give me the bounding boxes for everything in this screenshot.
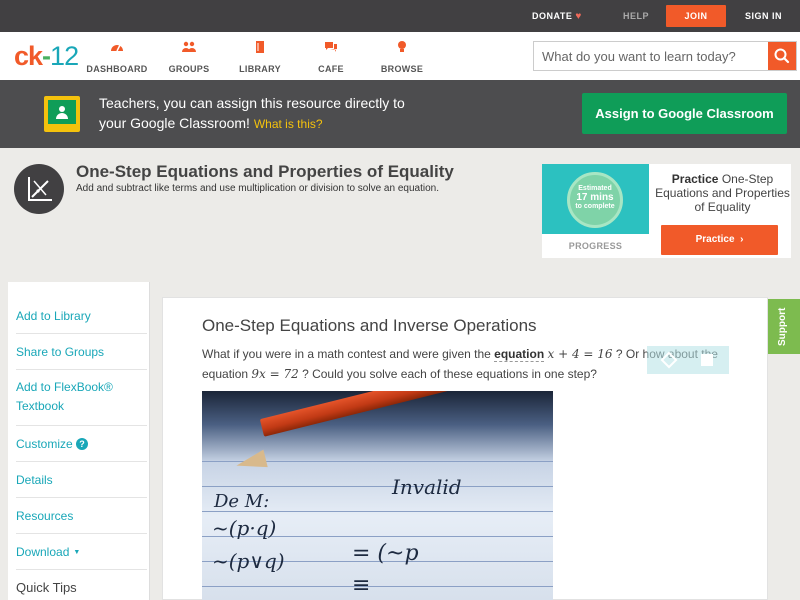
quick-tips-heading[interactable]: Quick Tips [16,580,77,595]
nav-library[interactable]: LIBRARY [225,40,295,74]
sidebar-label: Customize [16,437,73,451]
google-classroom-icon [44,96,80,132]
sidebar-label: Add to Library [16,309,91,323]
nav-cafe[interactable]: CAFE [296,40,366,74]
ck12-logo[interactable]: ck-12 [14,41,79,72]
practice-button-label: Practice [695,234,735,245]
lesson-text: What if you were in a math contest and w… [202,347,495,361]
sidebar-item-details[interactable]: Details [16,462,147,498]
groups-icon [182,41,196,52]
nav-groups-label: GROUPS [168,64,210,74]
caret-down-icon: ▼ [73,549,81,556]
search-button[interactable] [768,42,796,70]
sidebar-item-add-to-flexbook[interactable]: Add to FlexBook® Textbook [16,370,147,426]
assign-to-google-classroom-button[interactable]: Assign to Google Classroom [582,93,787,134]
nav-cafe-label: CAFE [318,64,344,74]
sidebar-label: Add to FlexBook® Textbook [16,380,113,413]
concept-subtitle: Add and subtract like terms and use mult… [76,183,439,194]
teacher-message-line2: your Google Classroom! [99,115,250,131]
estimated-minutes: 17 mins [576,192,614,203]
math-expression: 9x = 72 [251,367,299,381]
highlight-icon[interactable] [660,351,678,369]
graph-icon [28,177,52,201]
note-icon[interactable] [701,354,713,366]
left-sidebar: Add to Library Share to Groups Add to Fl… [8,282,150,600]
sidebar-label: Details [16,473,53,487]
sidebar-label: Share to Groups [16,345,105,359]
join-button[interactable]: JOIN [666,5,726,27]
search-box [533,41,797,71]
dashboard-icon [111,44,123,52]
chevron-right-icon: › [737,234,744,245]
teacher-message-line1: Teachers, you can assign this resource d… [99,95,405,111]
sidebar-item-resources[interactable]: Resources [16,498,147,534]
logo-number: 12 [50,41,79,71]
nav-browse[interactable]: BROWSE [367,40,437,74]
nav-dashboard[interactable]: DASHBOARD [82,40,152,74]
concept-graph-icon [14,164,64,214]
support-label: Support [777,307,788,346]
glossary-term-equation[interactable]: equation [494,347,545,362]
sidebar-label: Resources [16,509,74,523]
heart-icon: ♥ [575,11,582,22]
practice-card: Estimated 17 mins to complete PROGRESS P… [542,164,791,258]
help-icon[interactable]: ? [76,438,89,450]
support-tab[interactable]: Support [768,299,800,354]
top-utility-bar: DONATE ♥ HELP JOIN SIGN IN [0,0,800,32]
lesson-text: ? Could you solve each of these equation… [298,367,597,381]
sidebar-item-share-to-groups[interactable]: Share to Groups [16,334,147,370]
estimated-time: Estimated 17 mins to complete [567,184,623,211]
logo-ck: ck [14,41,43,71]
nav-dashboard-label: DASHBOARD [86,64,148,74]
browse-icon [398,41,406,52]
logo-dash: - [42,41,51,71]
what-is-this-link[interactable]: What is this? [254,117,323,131]
help-link[interactable]: HELP [623,0,649,32]
to-complete-label: to complete [575,203,615,210]
nav-groups[interactable]: GROUPS [154,40,224,74]
donate-label: DONATE [532,11,573,21]
sidebar-label: Download [16,545,70,559]
sidebar-item-download[interactable]: Download ▼ [16,534,147,570]
concept-title: One-Step Equations and Properties of Equ… [76,162,454,181]
sign-in-link[interactable]: SIGN IN [745,0,782,32]
search-icon [774,48,790,64]
library-icon [256,41,264,53]
practice-description: Practice One-Step Equations and Properti… [654,172,791,214]
lesson-photo-pencil-notes: De M: Invalid ~(p·q) ~(p∨q) = (~p ≡ [202,391,553,600]
practice-word: Practice [671,172,719,186]
main-header: ck-12 DASHBOARD GROUPS LIBRARY CAFE BROW… [0,32,800,80]
sidebar-item-add-to-library[interactable]: Add to Library [16,298,147,334]
math-expression: x + 4 = 16 [547,347,613,361]
lesson-title: One-Step Equations and Inverse Operation… [202,316,537,335]
cafe-icon [325,42,337,52]
progress-label: PROGRESS [568,241,623,251]
sidebar-item-customize[interactable]: Customize ? [16,426,147,462]
practice-button[interactable]: Practice › [661,225,778,255]
search-input[interactable] [534,42,770,70]
nav-library-label: LIBRARY [239,64,281,74]
nav-browse-label: BROWSE [380,64,424,74]
practice-progress-art: Estimated 17 mins to complete [542,164,649,234]
donate-link[interactable]: DONATE ♥ [532,0,582,32]
teacher-message: Teachers, you can assign this resource d… [99,93,459,134]
annotation-toolbar [647,346,729,374]
